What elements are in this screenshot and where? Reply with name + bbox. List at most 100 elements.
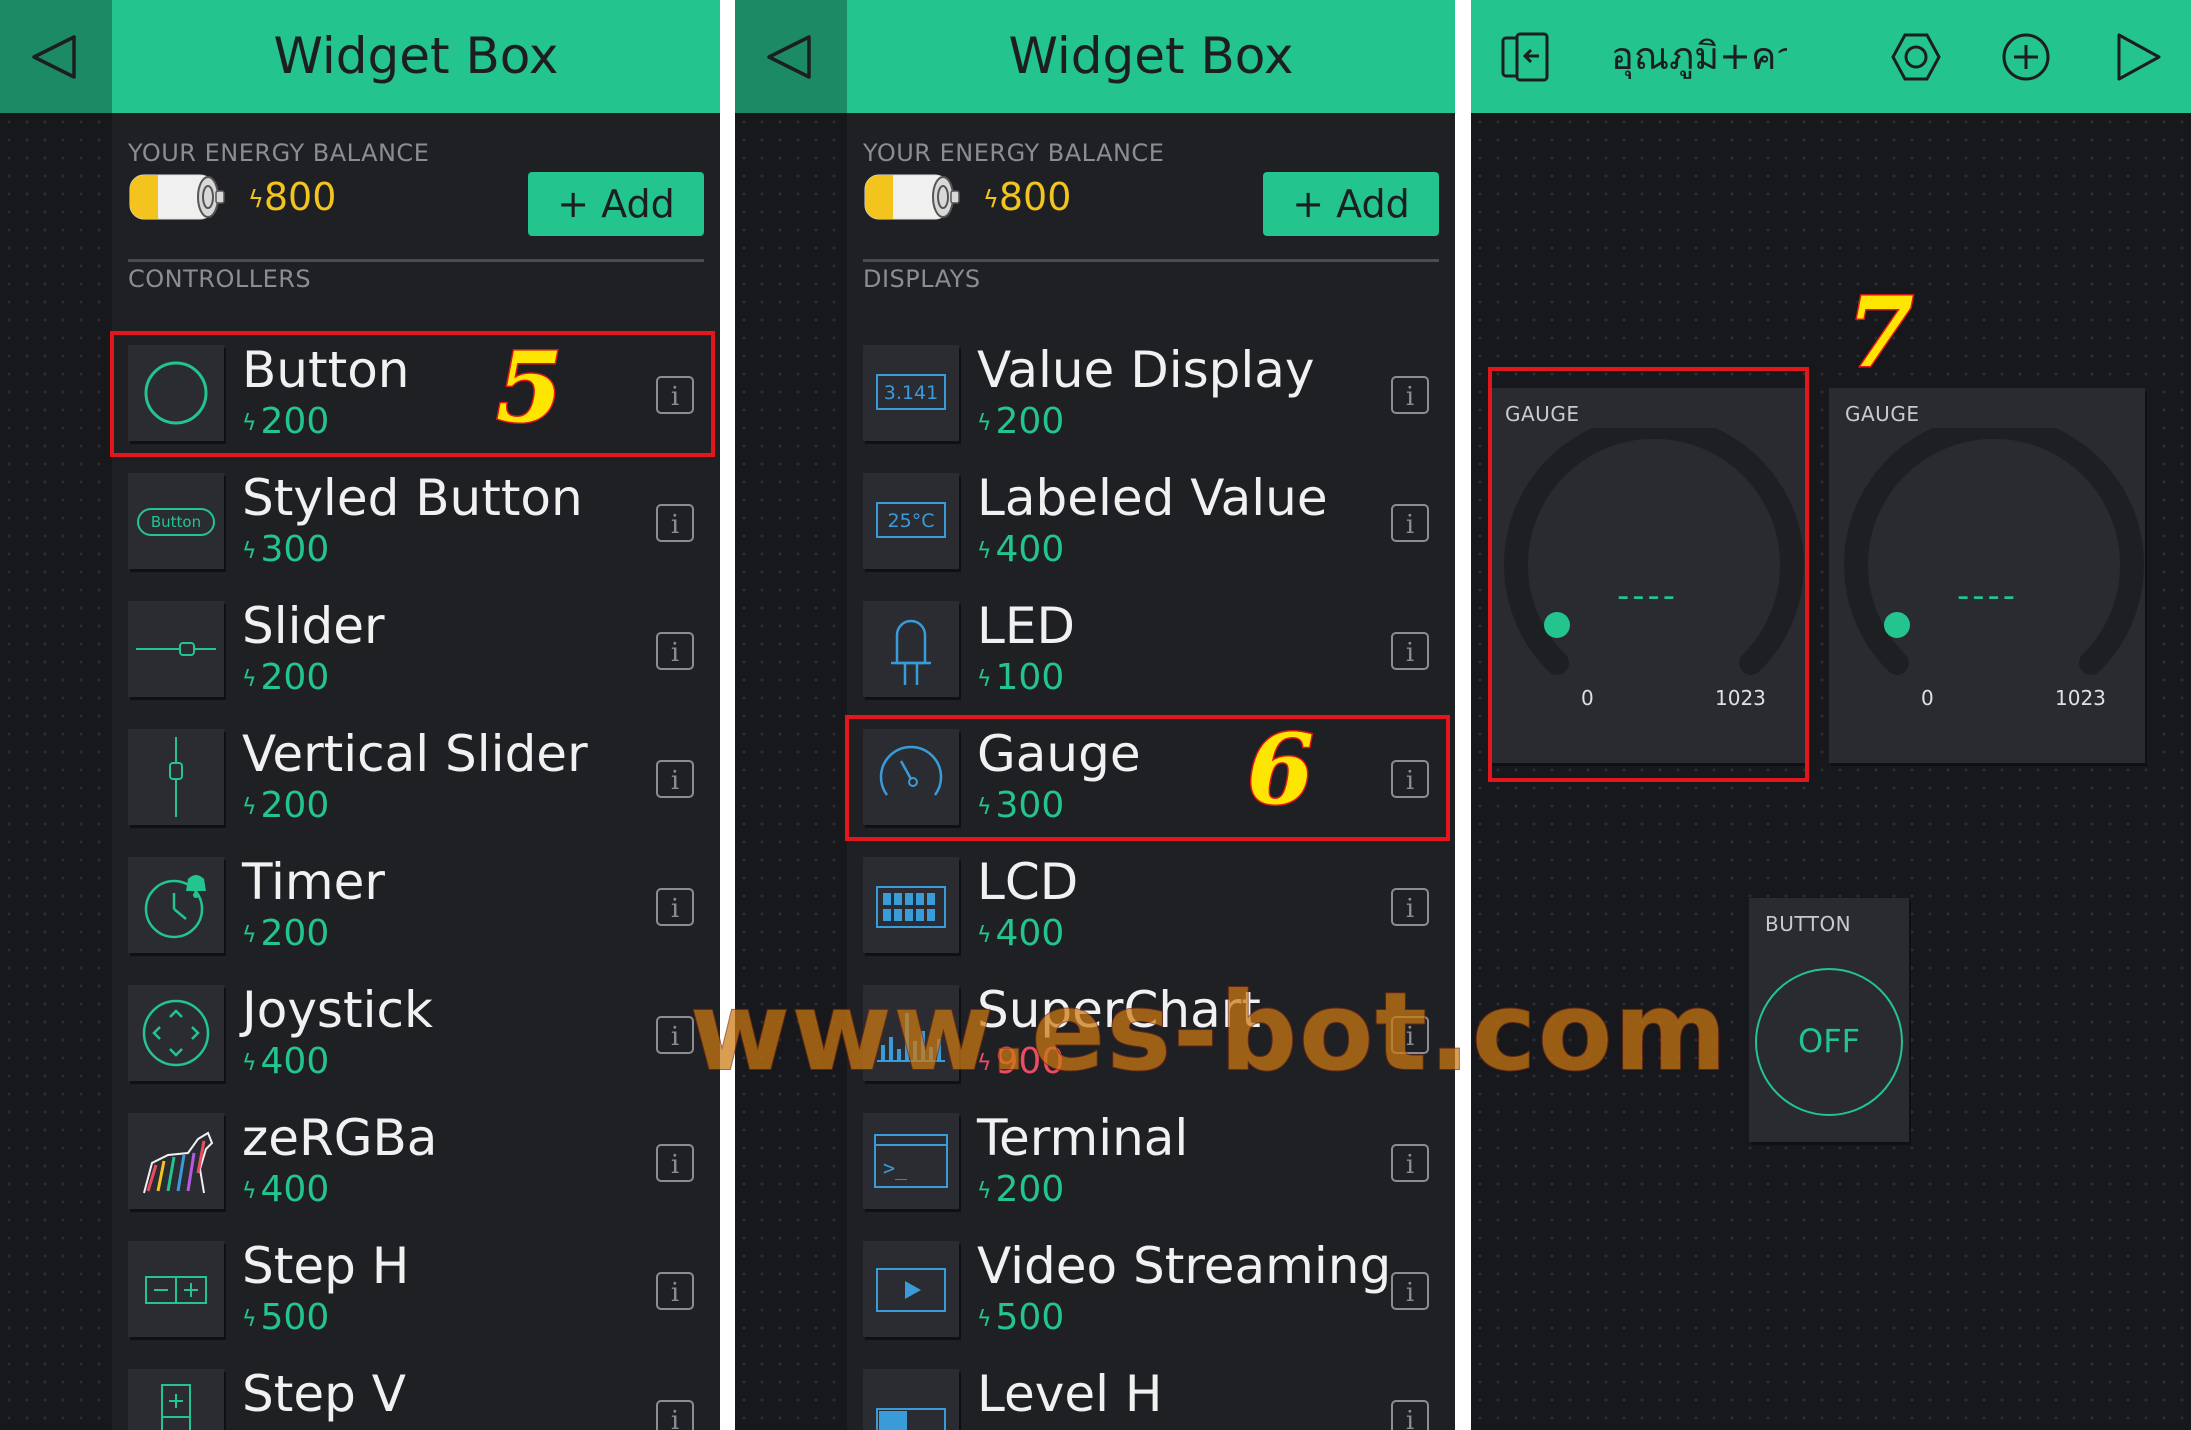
widget-box-panel-controllers: Widget Box YOUR ENERGY BALANCE ϟ800 + Ad… — [0, 0, 720, 1430]
widget-item-styled-button[interactable]: Button Styled Button ϟ 300 i — [128, 465, 704, 577]
widget-price: ϟ 500 — [977, 1297, 1065, 1338]
info-button[interactable]: i — [1391, 632, 1429, 670]
widget-item-value-display[interactable]: 3.141 Value Display ϟ 200 i — [863, 337, 1439, 449]
bolt-icon: ϟ — [977, 1306, 992, 1332]
widget-name: Labeled Value — [977, 469, 1328, 527]
section-label: DISPLAYS — [863, 265, 981, 293]
vertical-slider-icon — [128, 729, 224, 825]
gauge-min: 0 — [1921, 686, 1934, 710]
info-button[interactable]: i — [656, 1016, 694, 1054]
widget-name: Level H — [977, 1365, 1163, 1423]
info-button[interactable]: i — [656, 888, 694, 926]
info-button[interactable]: i — [1391, 1400, 1429, 1430]
step-number-5: 5 — [495, 330, 565, 446]
info-button[interactable]: i — [1391, 888, 1429, 926]
button-state[interactable]: OFF — [1755, 968, 1903, 1116]
widget-name: Timer — [242, 853, 385, 911]
step-h-icon — [128, 1241, 224, 1337]
widget-price: ϟ 500 — [242, 1297, 330, 1338]
info-button[interactable]: i — [1391, 1272, 1429, 1310]
lcd-icon — [863, 857, 959, 953]
button-widget[interactable]: BUTTON OFF — [1749, 898, 1909, 1142]
widget-item-labeled-value[interactable]: 25°C Labeled Value ϟ 400 i — [863, 465, 1439, 577]
widget-item-step-v[interactable]: Step V i — [128, 1361, 704, 1430]
back-arrow-icon — [767, 35, 811, 79]
widget-name: Video Streaming — [977, 1237, 1392, 1295]
svg-text:>_: >_ — [883, 1156, 908, 1180]
level-h-icon — [863, 1369, 959, 1430]
info-button[interactable]: i — [656, 760, 694, 798]
info-button[interactable]: i — [656, 1272, 694, 1310]
battery-icon — [864, 174, 960, 220]
device-icon[interactable] — [1499, 30, 1553, 84]
widget-item-terminal[interactable]: >_ Terminal ϟ 200 i — [863, 1105, 1439, 1217]
add-energy-button[interactable]: + Add — [528, 172, 704, 236]
widget-name: Terminal — [977, 1109, 1189, 1167]
led-icon — [863, 601, 959, 697]
widget-label: GAUGE — [1845, 402, 1920, 426]
back-button[interactable] — [0, 0, 112, 113]
project-header: อุณภูมิ+ความชื้น — [1471, 0, 2191, 113]
info-button[interactable]: i — [656, 632, 694, 670]
gauge-widget-2[interactable]: GAUGE ---- 0 1023 — [1829, 388, 2145, 763]
section-label: CONTROLLERS — [128, 265, 312, 293]
bolt-icon: ϟ — [248, 185, 264, 214]
widget-item-level-h[interactable]: Level H i — [863, 1361, 1439, 1430]
gauge-value: ---- — [1957, 576, 2019, 616]
widget-item-joystick[interactable]: Joystick ϟ 400 i — [128, 977, 704, 1089]
energy-balance-value: ϟ800 — [248, 175, 336, 219]
widget-item-slider[interactable]: Slider ϟ 200 i — [128, 593, 704, 705]
widget-name: Value Display — [977, 341, 1315, 399]
info-button[interactable]: i — [1391, 504, 1429, 542]
step-v-icon — [128, 1369, 224, 1430]
widget-name: Joystick — [242, 981, 433, 1039]
settings-hexagon-icon[interactable] — [1889, 30, 1943, 84]
project-canvas[interactable]: GAUGE ---- 0 1023 GAUGE ---- 0 1023 BUTT… — [1471, 113, 2191, 1430]
info-button[interactable]: i — [656, 504, 694, 542]
widget-item-video-streaming[interactable]: Video Streaming ϟ 500 i — [863, 1233, 1439, 1345]
widget-price: ϟ 400 — [977, 913, 1065, 954]
back-arrow-icon — [32, 35, 76, 79]
widget-item-lcd[interactable]: LCD ϟ 400 i — [863, 849, 1439, 961]
widget-price: ϟ 300 — [242, 529, 330, 570]
bolt-icon: ϟ — [242, 794, 257, 820]
add-widget-icon[interactable] — [1999, 30, 2053, 84]
bolt-icon: ϟ — [242, 1178, 257, 1204]
info-button[interactable]: i — [1391, 376, 1429, 414]
widget-price: ϟ 400 — [242, 1169, 330, 1210]
widget-name: LED — [977, 597, 1075, 655]
widget-item-timer[interactable]: Timer ϟ 200 i — [128, 849, 704, 961]
highlight-box — [845, 715, 1450, 841]
widget-item-zergba[interactable]: zeRGBa ϟ 400 i — [128, 1105, 704, 1217]
labeled-value-icon: 25°C — [863, 473, 959, 569]
info-button[interactable]: i — [656, 1144, 694, 1182]
styled-button-icon: Button — [128, 473, 224, 569]
widget-name: Slider — [242, 597, 385, 655]
battery-icon — [129, 174, 225, 220]
energy-balance-value: ϟ800 — [983, 175, 1071, 219]
value-display-icon: 3.141 — [863, 345, 959, 441]
info-button[interactable]: i — [656, 1400, 694, 1430]
widget-list-area[interactable]: YOUR ENERGY BALANCE ϟ800 + Add DISPLAYS … — [845, 113, 1455, 1430]
widget-price: ϟ 200 — [242, 785, 330, 826]
energy-amount: 800 — [998, 175, 1072, 219]
project-name[interactable]: อุณภูมิ+ความชื้น — [1611, 0, 1787, 113]
add-energy-button[interactable]: + Add — [1263, 172, 1439, 236]
energy-amount: 800 — [263, 175, 337, 219]
widget-price: ϟ 200 — [977, 1169, 1065, 1210]
energy-balance-label: YOUR ENERGY BALANCE — [128, 139, 430, 167]
widget-price: ϟ 100 — [977, 657, 1065, 698]
timer-icon — [128, 857, 224, 953]
widget-item-vertical-slider[interactable]: Vertical Slider ϟ 200 i — [128, 721, 704, 833]
bolt-icon: ϟ — [977, 538, 992, 564]
svg-text:Button: Button — [151, 513, 201, 531]
widget-box-panel-displays: Widget Box YOUR ENERGY BALANCE ϟ800 + Ad… — [735, 0, 1455, 1430]
back-button[interactable] — [735, 0, 847, 113]
widget-list-area[interactable]: YOUR ENERGY BALANCE ϟ800 + Add CONTROLLE… — [110, 113, 720, 1430]
play-icon[interactable] — [2111, 30, 2165, 84]
widget-item-led[interactable]: LED ϟ 100 i — [863, 593, 1439, 705]
info-button[interactable]: i — [1391, 1144, 1429, 1182]
step-number-7: 7 — [1846, 275, 1916, 391]
bolt-icon: ϟ — [242, 538, 257, 564]
widget-item-step-h[interactable]: Step H ϟ 500 i — [128, 1233, 704, 1345]
